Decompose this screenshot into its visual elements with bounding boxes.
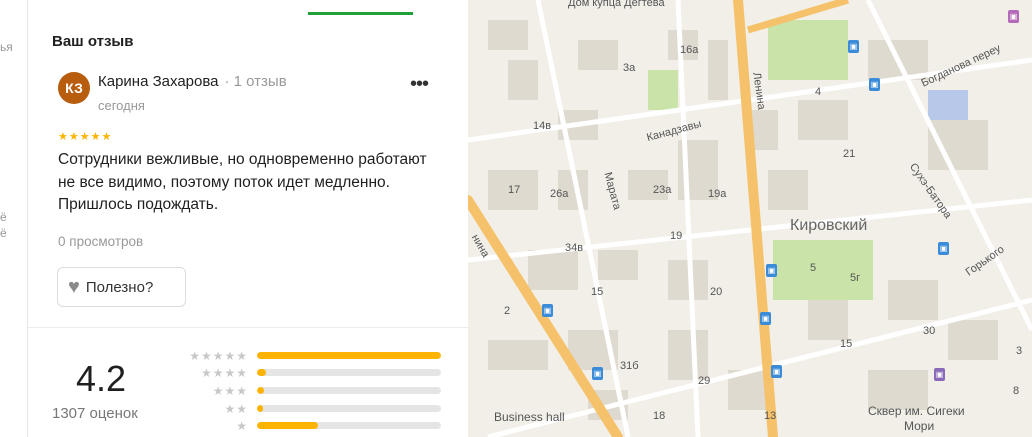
house-number: 8 [1013,385,1020,397]
house-number: 23а [653,184,672,196]
review-author[interactable]: Карина Захарова · 1 отзыв [98,73,287,90]
distribution-fill [257,352,441,359]
row-stars: ★★★★★ [189,349,248,363]
section-title: Ваш отзыв [52,33,134,50]
house-number: 2 [504,305,511,317]
house-number: 5г [850,272,861,284]
house-number: 21 [843,148,856,160]
distribution-track [257,387,441,394]
more-options-button[interactable]: ••• [410,74,429,94]
rating-distribution-row: ★★★★ [172,366,452,380]
house-number: 3 [1016,345,1023,357]
poi-label[interactable]: Business hall [494,410,565,424]
house-number: 15 [840,338,853,350]
bus-stop-icon[interactable]: ▣ [542,304,553,317]
rating-distribution-row: ★★★★★ [172,349,452,363]
poi-label[interactable]: Сквер им. Сигеки [868,404,965,418]
metro-icon[interactable]: ▣ [1008,10,1019,23]
row-stars: ★★★ [212,384,248,398]
house-number: 17 [508,184,521,196]
author-name[interactable]: Карина Захарова [98,73,219,90]
house-number: 4 [815,86,822,98]
left-text-fragment: ё [0,226,7,240]
rating-value: 4.2 [76,358,127,399]
house-number: 29 [698,375,711,387]
house-number: 19а [708,188,727,200]
bus-stop-icon[interactable]: ▣ [760,312,771,325]
bus-stop-icon[interactable]: ▣ [592,367,603,380]
rating-distribution-row: ★★★ [172,384,452,398]
map-view[interactable]: Дом купца Дегтева Богданова переу Ленина… [468,0,1032,437]
review-rating-stars: ★★★★★ [58,131,113,143]
avatar[interactable]: КЗ [58,72,90,104]
bus-stop-icon[interactable]: ▣ [938,242,949,255]
review-panel: Ваш отзыв КЗ Карина Захарова · 1 отзыв се… [28,0,468,437]
house-number: 15 [591,286,604,298]
district-label: Кировский [790,217,868,234]
author-review-count: · 1 отзыв [224,73,287,90]
rating-distribution-row: ★★ [172,402,452,416]
rating-count: 1307 оценок [52,405,138,422]
useful-label: Полезно? [85,278,154,296]
review-text: Сотрудники вежливые, но одновременно раб… [58,151,427,213]
distribution-track [257,369,441,376]
distribution-track [257,422,441,429]
house-number: 13 [764,410,777,422]
house-number: 16а [680,44,699,56]
row-stars: ★ [236,419,248,433]
house-number: 26а [550,188,569,200]
distribution-fill [257,422,318,429]
divider [28,327,468,328]
distribution-fill [257,405,263,412]
bus-stop-icon[interactable]: ▣ [848,40,859,53]
bus-stop-icon[interactable]: ▣ [771,365,782,378]
poi-label[interactable]: Мори [904,419,934,433]
house-number: 5 [810,262,817,274]
distribution-fill [257,387,265,394]
house-number: 20 [710,286,723,298]
bus-stop-icon[interactable]: ▣ [869,78,880,91]
distribution-fill [257,369,267,376]
views-count: 0 просмотров [58,234,144,249]
house-number: 18 [653,410,666,422]
house-number: 19 [670,230,683,242]
house-number: 31б [620,360,639,372]
review-date: сегодня [98,98,145,113]
distribution-track [257,405,441,412]
bus-stop-icon[interactable]: ▣ [766,264,777,277]
active-tab-indicator [308,12,413,15]
left-panel-edge: ья ё ё [0,0,28,437]
left-text-fragment: ья [0,40,13,54]
row-stars: ★★ [224,402,248,416]
distribution-track [257,352,441,359]
row-stars: ★★★★ [200,366,248,380]
heart-icon: ♥ [68,275,80,298]
useful-button[interactable]: ♥ Полезно? [57,267,186,307]
house-number: 34в [565,242,584,254]
house-number: 30 [923,325,936,337]
house-number: 14в [533,120,552,132]
left-text-fragment: ё [0,210,7,224]
map-label[interactable]: Дом купца Дегтева [568,0,665,9]
rating-distribution-row: ★ [172,419,452,433]
house-number: 3а [623,62,636,74]
museum-icon[interactable]: ▣ [934,368,945,381]
